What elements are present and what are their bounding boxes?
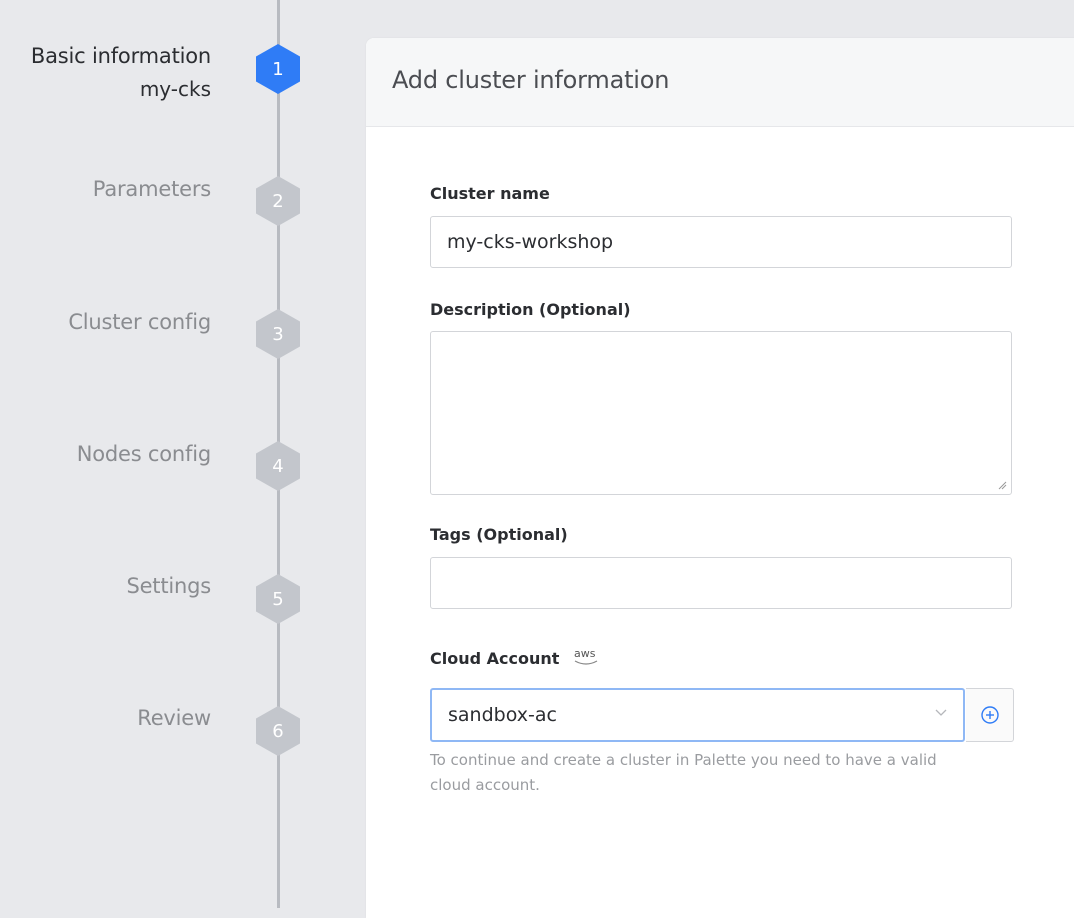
aws-smile-icon xyxy=(574,660,598,665)
aws-icon: aws xyxy=(574,647,596,660)
step-label: Basic information xyxy=(30,44,211,68)
step-label: Parameters xyxy=(92,177,211,201)
step-label: Review xyxy=(137,706,211,730)
cluster-info-card: Add cluster information Cluster name my-… xyxy=(366,38,1074,918)
cloud-account-select[interactable]: sandbox-ac xyxy=(430,688,965,742)
add-cloud-account-button[interactable] xyxy=(966,688,1014,742)
description-label: Description (Optional) xyxy=(430,300,631,319)
step-number-badge: 3 xyxy=(256,309,300,359)
step-label: Settings xyxy=(126,574,211,598)
page-title: Add cluster information xyxy=(392,66,670,94)
step-number-badge: 1 xyxy=(256,44,300,94)
step-number-badge: 5 xyxy=(256,574,300,624)
step-label: Nodes config xyxy=(76,442,211,466)
resize-handle-icon[interactable] xyxy=(997,480,1007,490)
cloud-account-selected: sandbox-ac xyxy=(448,704,557,726)
step-label: Cluster config xyxy=(68,310,211,334)
cloud-account-help: To continue and create a cluster in Pale… xyxy=(430,751,937,794)
description-textarea[interactable] xyxy=(430,331,1012,495)
step-sublabel: my-cks xyxy=(139,77,211,101)
tags-input[interactable] xyxy=(430,557,1012,609)
plus-circle-icon xyxy=(980,706,999,724)
tags-label: Tags (Optional) xyxy=(430,525,568,544)
card-header: Add cluster information xyxy=(366,38,1074,127)
step-number-badge: 2 xyxy=(256,176,300,226)
cluster-name-input[interactable]: my-cks-workshop xyxy=(430,216,1012,268)
step-number-badge: 6 xyxy=(256,706,300,756)
cluster-name-value: my-cks-workshop xyxy=(447,231,614,253)
cluster-name-label: Cluster name xyxy=(430,184,550,203)
step-number-badge: 4 xyxy=(256,441,300,491)
wizard-stepper: Basic information my-cks 1 Parameters 2 … xyxy=(0,0,366,908)
chevron-down-icon[interactable] xyxy=(933,704,949,720)
cloud-account-label: Cloud Account xyxy=(430,649,560,668)
